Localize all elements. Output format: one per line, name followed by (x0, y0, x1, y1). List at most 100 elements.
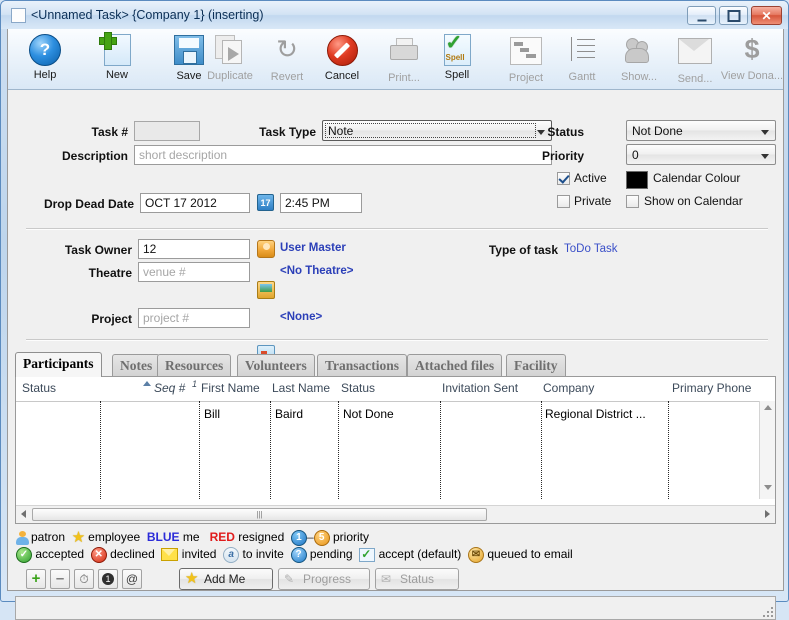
legend-queued-email-label: queued to email (487, 547, 573, 561)
task-type-label: Task Type (259, 125, 316, 139)
toolbar-button-new[interactable]: New (88, 32, 146, 87)
add-me-button[interactable]: ★ Add Me (179, 568, 273, 590)
toolbar: ? Help New Save Duplicate ↻ Revert Cance… (8, 29, 783, 90)
status-button[interactable]: ✉ Status (375, 568, 459, 590)
theatre-link[interactable]: <No Theatre> (280, 265, 354, 277)
participants-grid: Status Seq # 1 First Name Last Name Stat… (15, 376, 776, 524)
scroll-right-icon[interactable] (765, 510, 770, 518)
tab-notes[interactable]: Notes (112, 354, 161, 377)
remove-participant-button[interactable]: – (50, 569, 70, 589)
patron-icon (16, 530, 29, 545)
vertical-scrollbar[interactable] (759, 401, 775, 499)
toolbar-button-cancel[interactable]: Cancel (313, 32, 371, 87)
at-sign-icon: @ (125, 572, 139, 586)
scroll-left-icon[interactable] (21, 510, 26, 518)
one-badge-button[interactable]: 1 (98, 569, 118, 589)
toolbar-button-revert[interactable]: ↻ Revert (258, 32, 316, 87)
description-input[interactable]: short description (134, 145, 552, 165)
column-header-seq[interactable]: Seq # (154, 381, 185, 395)
status-icon: ✉ (381, 572, 392, 586)
resize-grip[interactable] (763, 607, 773, 617)
title-bar[interactable]: <Unnamed Task> {Company 1} (inserting) ✕ (1, 1, 788, 29)
new-page-icon (98, 32, 135, 68)
action-button-row: + – ⏱ 1 @ ★ Add Me ✎ Progress ✉ Status (16, 568, 776, 591)
legend-patron-label: patron (31, 530, 66, 544)
active-label: Active (574, 171, 607, 185)
column-header-status[interactable]: Status (22, 381, 56, 395)
task-window: <Unnamed Task> {Company 1} (inserting) ✕… (0, 0, 789, 620)
maximize-icon (727, 9, 740, 22)
venue-icon[interactable] (257, 281, 275, 299)
scroll-up-icon[interactable] (763, 405, 772, 410)
column-header-status-2[interactable]: Status (341, 381, 375, 395)
calendar-picker-icon[interactable]: 17 (257, 194, 274, 211)
window-icon (11, 8, 26, 23)
legend-invited-label: invited (181, 547, 217, 561)
task-owner-input[interactable]: 12 (138, 239, 250, 259)
column-header-company[interactable]: Company (543, 381, 594, 395)
status-select[interactable]: Not Done (626, 120, 776, 141)
drop-dead-date-input[interactable]: OCT 17 2012 (140, 193, 250, 213)
project-input[interactable]: project # (138, 308, 250, 328)
priority-five-badge-icon: 5 (313, 529, 330, 546)
minimize-button[interactable] (687, 6, 716, 25)
project-icon (508, 37, 544, 71)
drop-dead-time-input[interactable]: 2:45 PM (280, 193, 362, 213)
task-number-input[interactable] (134, 121, 200, 141)
column-header-primary-phone[interactable]: Primary Phone (672, 381, 751, 395)
show-on-calendar-checkbox[interactable] (626, 195, 639, 208)
clock-icon: ⏱ (79, 572, 89, 586)
scroll-down-icon[interactable] (763, 485, 772, 490)
toolbar-button-gantt[interactable]: Gantt (553, 32, 611, 87)
column-header-last-name[interactable]: Last Name (272, 381, 330, 395)
task-number-label: Task # (91, 125, 128, 139)
toolbar-button-view-donations[interactable]: $ View Dona... (720, 32, 784, 87)
task-owner-link[interactable]: User Master (280, 242, 346, 254)
horizontal-scroll-thumb[interactable]: ||| (32, 508, 487, 521)
tab-participants[interactable]: Participants (15, 352, 102, 377)
calendar-colour-swatch[interactable] (626, 171, 648, 189)
toolbar-button-print[interactable]: Print... (375, 32, 433, 87)
tab-facility[interactable]: Facility (506, 354, 566, 377)
private-checkbox[interactable] (557, 195, 570, 208)
help-icon: ? (27, 34, 63, 68)
email-button[interactable]: @ (122, 569, 142, 589)
maximize-button[interactable] (719, 6, 748, 25)
priority-select[interactable]: 0 (626, 144, 776, 165)
client-area: ? Help New Save Duplicate ↻ Revert Cance… (7, 29, 784, 620)
column-header-first-name[interactable]: First Name (201, 381, 260, 395)
toolbar-button-duplicate[interactable]: Duplicate (201, 32, 259, 87)
toolbar-button-send[interactable]: Send... (666, 32, 724, 87)
theatre-label: Theatre (88, 266, 132, 280)
progress-button[interactable]: ✎ Progress (278, 568, 370, 590)
status-label: Status (400, 572, 435, 586)
tab-transactions[interactable]: Transactions (317, 354, 408, 377)
private-label: Private (574, 194, 612, 208)
cell-first-name: Bill (204, 407, 221, 421)
tab-bar: Participants Notes Resources Volunteers … (15, 352, 775, 377)
priority-label: Priority (541, 149, 584, 163)
legend-me-label: me (182, 530, 200, 544)
close-button[interactable]: ✕ (751, 6, 782, 25)
column-header-invitation-sent[interactable]: Invitation Sent (442, 381, 518, 395)
active-checkbox[interactable] (557, 172, 570, 185)
tab-resources[interactable]: Resources (157, 354, 232, 377)
type-of-task-value[interactable]: ToDo Task (564, 243, 617, 255)
status-bar (15, 596, 776, 620)
toolbar-button-project[interactable]: Project (497, 32, 555, 87)
to-invite-icon: a (223, 546, 240, 563)
sort-ascending-icon (143, 381, 151, 386)
cell-last-name: Baird (275, 407, 304, 421)
queued-email-icon: ✉ (467, 546, 484, 563)
toolbar-button-help[interactable]: ? Help (16, 32, 74, 87)
add-participant-button[interactable]: + (26, 569, 46, 589)
toolbar-button-spell[interactable]: ✓ Spell Spell (428, 32, 486, 87)
tab-volunteers[interactable]: Volunteers (237, 354, 315, 377)
clock-button[interactable]: ⏱ (74, 569, 94, 589)
user-icon[interactable] (257, 240, 275, 258)
horizontal-scrollbar[interactable]: ||| (16, 505, 775, 523)
tab-attached-files[interactable]: Attached files (407, 354, 503, 377)
toolbar-button-show[interactable]: Show... (610, 32, 668, 87)
theatre-input[interactable]: venue # (138, 262, 250, 282)
project-link[interactable]: <None> (280, 311, 322, 323)
